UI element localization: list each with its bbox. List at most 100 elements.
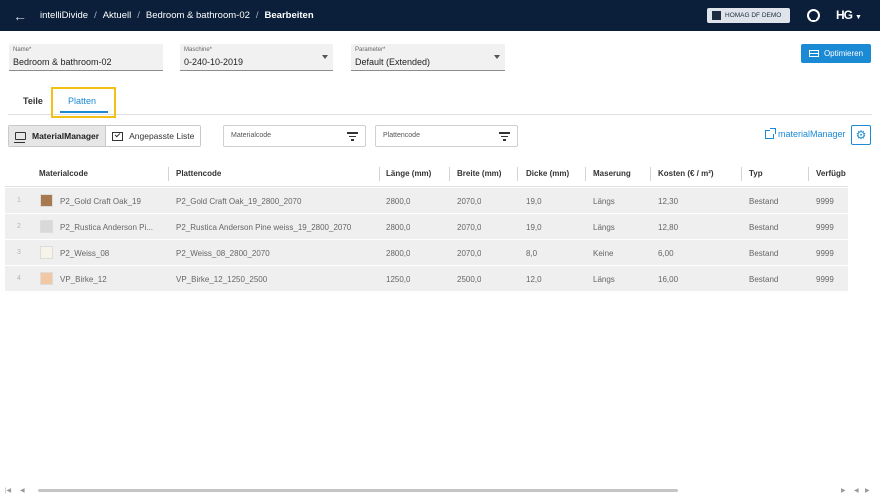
cell-maserung: Längs — [593, 223, 615, 232]
row-number: 4 — [17, 275, 21, 282]
material-code-filter[interactable]: Materialcode — [223, 125, 366, 147]
breadcrumb-current[interactable]: Aktuell — [103, 10, 132, 21]
col-verfuegbar[interactable]: Verfügb — [816, 169, 846, 178]
cell-typ: Bestand — [749, 223, 779, 232]
cell-verfuegbar: 9999 — [816, 223, 834, 232]
machine-select[interactable]: Maschine* 0-240-10-2019 — [180, 44, 333, 71]
breadcrumb-project[interactable]: Bedroom & bathroom-02 — [146, 10, 250, 21]
scrollbar-thumb[interactable] — [38, 489, 678, 492]
breadcrumb-app[interactable]: intelliDivide — [40, 10, 88, 21]
table-row[interactable]: 1 P2_Gold Craft Oak_19 P2_Gold Craft Oak… — [5, 188, 848, 214]
table-row[interactable]: 2 P2_Rustica Anderson Pi... P2_Rustica A… — [5, 214, 848, 240]
name-label: Name* — [13, 47, 32, 53]
tab-teile[interactable]: Teile — [23, 96, 43, 106]
cell-typ: Bestand — [749, 275, 779, 284]
cell-verfuegbar: 9999 — [816, 275, 834, 284]
material-manager-link-label: materialManager — [778, 129, 846, 139]
optimize-button[interactable]: Optimieren — [801, 44, 871, 63]
cell-materialcode: P2_Rustica Anderson Pi... — [60, 223, 153, 232]
settings-button[interactable]: ⚙ — [851, 125, 871, 145]
horizontal-scrollbar[interactable]: |◀ ◀ ▶ ◀ ▶ — [5, 487, 873, 494]
cell-maserung: Keine — [593, 249, 614, 258]
optimize-icon — [808, 50, 819, 57]
cell-laenge: 2800,0 — [386, 197, 411, 206]
col-kosten[interactable]: Kosten (€ / m²) — [658, 169, 714, 178]
col-maserung[interactable]: Maserung — [593, 169, 631, 178]
dropdown-arrow-icon — [322, 55, 328, 59]
cell-plattencode: P2_Rustica Anderson Pine weiss_19_2800_2… — [176, 223, 352, 232]
table-row[interactable]: 4 VP_Birke_12 VP_Birke_12_1250_2500 1250… — [5, 266, 848, 292]
highlight-box — [51, 87, 116, 118]
scroll-first-icon[interactable]: |◀ — [5, 487, 11, 494]
breadcrumb: intelliDivide / Aktuell / Bedroom & bath… — [40, 10, 314, 21]
cell-laenge: 1250,0 — [386, 275, 411, 284]
material-swatch — [40, 246, 53, 259]
top-bar: ← intelliDivide / Aktuell / Bedroom & ba… — [0, 0, 880, 31]
parameter-value: Default (Extended) — [355, 57, 431, 67]
logo: HG — [836, 8, 853, 22]
parameter-label: Parameter* — [355, 47, 386, 53]
col-plattencode[interactable]: Plattencode — [176, 169, 221, 178]
table-header: Materialcode Plattencode Länge (mm) Brei… — [5, 161, 848, 187]
back-arrow-icon[interactable]: ← — [0, 8, 40, 24]
plate-code-filter[interactable]: Plattencode — [375, 125, 518, 147]
plates-table: Materialcode Plattencode Länge (mm) Brei… — [5, 161, 848, 292]
filter-icon[interactable] — [347, 132, 358, 141]
machine-value: 0-240-10-2019 — [184, 57, 244, 67]
breadcrumb-edit: Bearbeiten — [264, 10, 314, 21]
machine-label: Maschine* — [184, 47, 213, 53]
caret-down-icon: ▼ — [855, 14, 862, 21]
cell-typ: Bestand — [749, 249, 779, 258]
scroll-left-icon[interactable]: ◀ — [20, 487, 25, 494]
scroll-right-icon[interactable]: ▶ — [841, 487, 846, 494]
cell-laenge: 2800,0 — [386, 223, 411, 232]
col-materialcode[interactable]: Materialcode — [39, 169, 88, 178]
name-field[interactable]: Name* Bedroom & bathroom-02 — [9, 44, 163, 71]
cell-breite: 2070,0 — [457, 223, 482, 232]
plate-code-placeholder: Plattencode — [383, 132, 420, 139]
company-selector[interactable]: HOMAG DF DEMO — [707, 8, 790, 23]
filter-icon[interactable] — [499, 132, 510, 141]
cell-kosten: 6,00 — [658, 249, 674, 258]
col-typ[interactable]: Typ — [749, 169, 763, 178]
gear-icon: ⚙ — [855, 128, 867, 142]
cell-maserung: Längs — [593, 275, 615, 284]
source-toggle: MaterialManager Angepasste Liste — [8, 125, 202, 147]
cell-kosten: 12,80 — [658, 223, 679, 232]
col-laenge[interactable]: Länge (mm) — [386, 169, 431, 178]
cell-laenge: 2800,0 — [386, 249, 411, 258]
external-link-icon — [765, 127, 776, 139]
col-dicke[interactable]: Dicke (mm) — [526, 169, 569, 178]
col-breite[interactable]: Breite (mm) — [457, 169, 501, 178]
cell-materialcode: VP_Birke_12 — [60, 275, 107, 284]
user-menu[interactable]: HG ▼ — [836, 8, 862, 22]
cell-breite: 2070,0 — [457, 197, 482, 206]
cell-breite: 2500,0 — [457, 275, 482, 284]
cell-dicke: 19,0 — [526, 223, 542, 232]
scroll-last-icon[interactable]: ▶ — [865, 487, 870, 494]
material-manager-link[interactable]: materialManager — [765, 127, 846, 139]
material-manager-toggle[interactable]: MaterialManager — [9, 126, 106, 146]
custom-list-toggle[interactable]: Angepasste Liste — [105, 126, 201, 146]
scroll-left-end-icon[interactable]: ◀ — [854, 487, 859, 494]
material-swatch — [40, 194, 53, 207]
dropdown-arrow-icon — [494, 55, 500, 59]
material-manager-label: MaterialManager — [32, 131, 100, 141]
row-number: 3 — [17, 249, 21, 256]
material-code-placeholder: Materialcode — [231, 132, 272, 139]
monitor-icon — [14, 132, 26, 143]
custom-list-label: Angepasste Liste — [129, 131, 195, 141]
cell-plattencode: P2_Weiss_08_2800_2070 — [176, 249, 270, 258]
cell-plattencode: VP_Birke_12_1250_2500 — [176, 275, 268, 284]
row-number: 2 — [17, 223, 21, 230]
row-number: 1 — [17, 197, 21, 204]
name-value: Bedroom & bathroom-02 — [13, 57, 112, 67]
cell-dicke: 19,0 — [526, 197, 542, 206]
table-row[interactable]: 3 P2_Weiss_08 P2_Weiss_08_2800_2070 2800… — [5, 240, 848, 266]
optimize-label: Optimieren — [823, 49, 864, 58]
headset-icon[interactable] — [807, 9, 820, 22]
parameter-select[interactable]: Parameter* Default (Extended) — [351, 44, 505, 71]
building-icon — [712, 11, 721, 20]
cell-materialcode: P2_Weiss_08 — [60, 249, 110, 258]
tab-bar: Teile Platten — [8, 88, 872, 115]
